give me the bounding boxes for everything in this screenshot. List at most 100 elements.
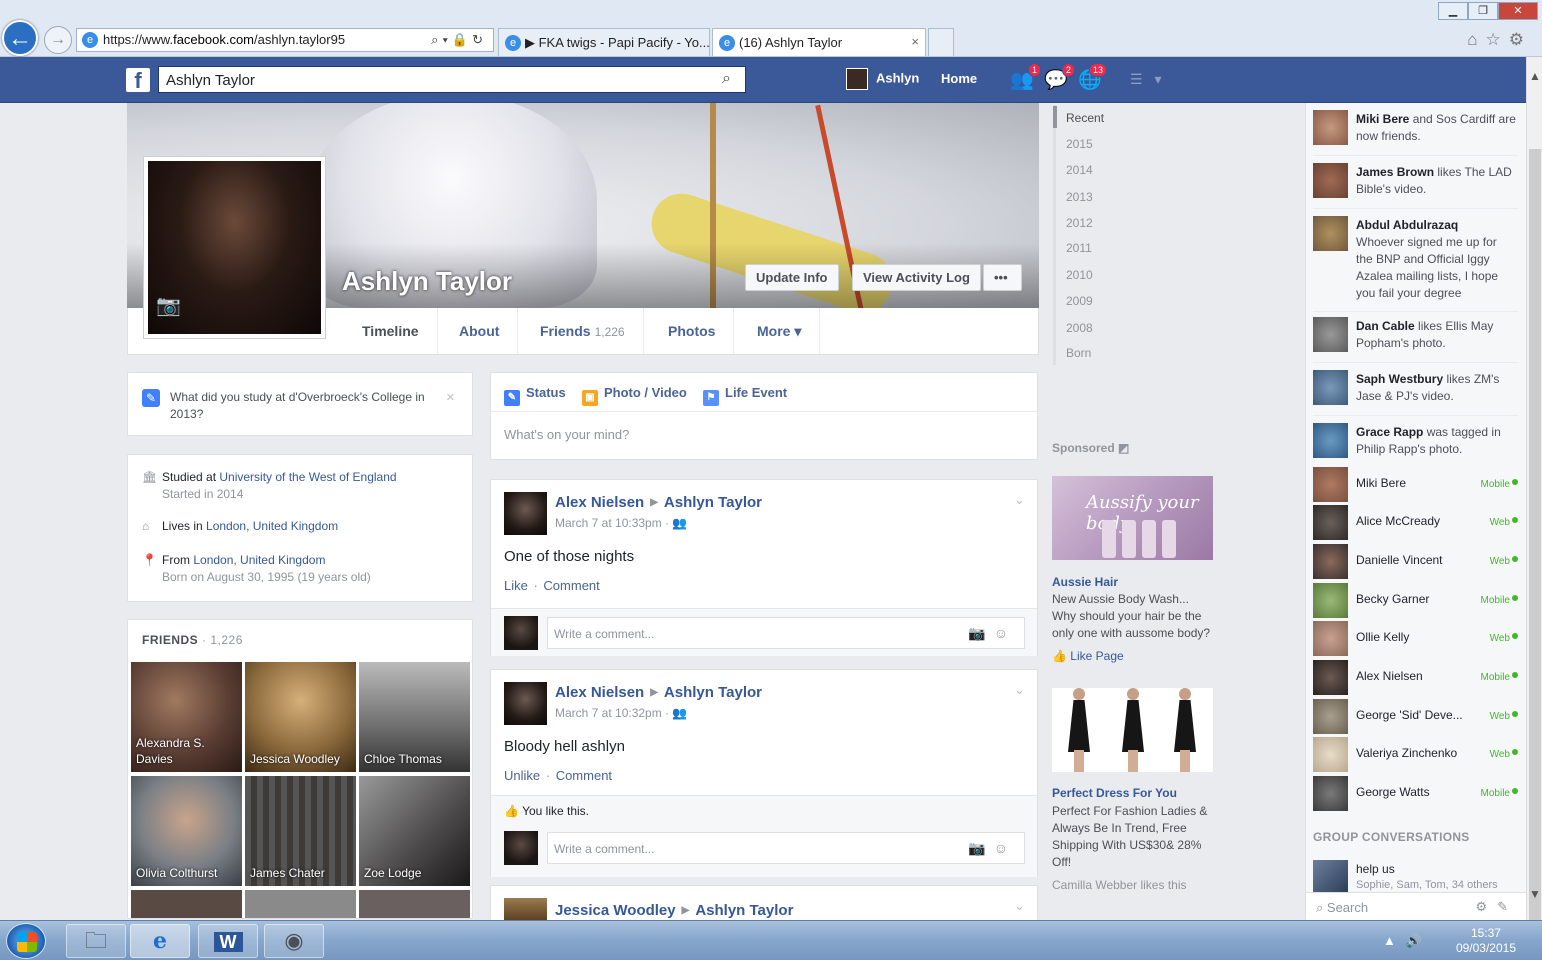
- friend-tile[interactable]: Alexandra S. Davies: [131, 662, 242, 772]
- close-icon[interactable]: ×: [446, 389, 455, 406]
- home-icon[interactable]: ⌂: [1467, 30, 1485, 49]
- back-button[interactable]: ←: [2, 20, 38, 56]
- show-hidden-icon[interactable]: ▲: [1383, 933, 1406, 948]
- composer-status-tab[interactable]: ✎ Status: [504, 385, 566, 406]
- settings-menu-icon[interactable]: ☰▾: [1130, 71, 1174, 88]
- address-bar[interactable]: e https://www.facebook.com/ashlyn.taylor…: [76, 28, 494, 52]
- year-2009[interactable]: 2009: [1066, 294, 1093, 308]
- start-button[interactable]: [6, 923, 46, 959]
- internet-explorer-icon[interactable]: e: [130, 924, 190, 958]
- ticker-item[interactable]: Abdul Abdulrazaq Whoever signed me up fo…: [1313, 212, 1518, 312]
- chat-friend[interactable]: Miki Bere Mobile: [1313, 467, 1518, 505]
- tab-more[interactable]: More ▾: [739, 308, 821, 354]
- post-author-avatar[interactable]: [504, 898, 547, 921]
- post-timestamp[interactable]: March 7 at 10:32pm · 👥: [555, 706, 687, 720]
- update-info-button[interactable]: Update Info: [745, 264, 839, 291]
- view-activity-log-button[interactable]: View Activity Log: [852, 264, 981, 291]
- forward-button[interactable]: →: [44, 26, 72, 54]
- chat-friend[interactable]: Valeriya Zinchenko Web: [1313, 737, 1518, 775]
- word-icon[interactable]: W: [198, 924, 258, 958]
- post-author-avatar[interactable]: [504, 682, 547, 725]
- friend-tile[interactable]: James Chater: [245, 776, 356, 886]
- friend-tile[interactable]: [245, 890, 356, 918]
- home-link[interactable]: Home: [941, 71, 977, 86]
- post-target-link[interactable]: Ashlyn Taylor: [664, 494, 762, 511]
- ad-title[interactable]: Aussie Hair: [1052, 575, 1118, 589]
- chat-search[interactable]: ⌕ Search ⚙✎: [1306, 892, 1526, 920]
- tab-ashlyn-taylor[interactable]: e (16) Ashlyn Taylor ×: [712, 28, 926, 56]
- year-recent[interactable]: Recent: [1066, 111, 1104, 125]
- post-target-link[interactable]: Ashlyn Taylor: [664, 684, 762, 701]
- like-page-button[interactable]: 👍 Like Page: [1052, 649, 1124, 663]
- chat-friend[interactable]: George Watts Mobile: [1313, 776, 1518, 814]
- address-tools-icon[interactable]: ⌕▾🔒↻: [431, 32, 487, 48]
- friend-tile[interactable]: Zoe Lodge: [359, 776, 470, 886]
- profile-link[interactable]: Ashlyn: [846, 68, 919, 92]
- profile-name[interactable]: Ashlyn Taylor: [342, 266, 512, 297]
- ticker-item[interactable]: Dan Cable likes Ellis May Popham's photo…: [1313, 313, 1518, 363]
- scroll-down-icon[interactable]: ▼: [1529, 887, 1541, 901]
- tab-close-icon[interactable]: ×: [911, 34, 919, 49]
- comment-input[interactable]: Write a comment... 📷☺: [547, 832, 1025, 864]
- ticker-item[interactable]: Miki Bere and Sos Cardiff are now friend…: [1313, 106, 1518, 156]
- year-2014[interactable]: 2014: [1066, 163, 1093, 177]
- post-options-chevron-icon[interactable]: ⌄: [1014, 898, 1025, 914]
- profile-picture[interactable]: 📷: [143, 156, 326, 339]
- comment-link[interactable]: Comment: [556, 768, 612, 783]
- maximize-button[interactable]: ❐: [1468, 2, 1498, 20]
- friend-tile[interactable]: Jessica Woodley: [245, 662, 356, 772]
- like-link[interactable]: Like: [504, 578, 528, 593]
- ad-title[interactable]: Perfect Dress For You: [1052, 786, 1177, 800]
- friend-tile[interactable]: Chloe Thomas: [359, 662, 470, 772]
- comment-input[interactable]: Write a comment... 📷☺: [547, 617, 1025, 649]
- from-link[interactable]: London, United Kingdom: [193, 553, 325, 567]
- ticker-item[interactable]: Saph Westbury likes ZM's Jase & PJ's vid…: [1313, 366, 1518, 416]
- year-2015[interactable]: 2015: [1066, 137, 1093, 151]
- new-tab-button[interactable]: [928, 28, 954, 56]
- year-2010[interactable]: 2010: [1066, 268, 1093, 282]
- search-input[interactable]: Ashlyn Taylor ⌕: [158, 66, 746, 93]
- year-2012[interactable]: 2012: [1066, 216, 1093, 230]
- friend-tile[interactable]: [131, 890, 242, 918]
- chat-friend[interactable]: Ollie Kelly Web: [1313, 621, 1518, 659]
- friends-header[interactable]: FRIENDS · 1,226: [142, 633, 243, 647]
- camera-icon[interactable]: 📷: [156, 293, 181, 318]
- post-author-link[interactable]: Jessica Woodley: [555, 902, 676, 919]
- unlike-link[interactable]: Unlike: [504, 768, 540, 783]
- chat-friend[interactable]: Alice McCready Web: [1313, 505, 1518, 543]
- year-2011[interactable]: 2011: [1066, 241, 1092, 255]
- page-scrollbar[interactable]: ▲ ▼: [1526, 57, 1542, 949]
- chat-friend[interactable]: George 'Sid' Deve... Web: [1313, 699, 1518, 737]
- ad-choices-icon[interactable]: ◩: [1118, 441, 1129, 455]
- comment-link[interactable]: Comment: [543, 578, 599, 593]
- facebook-logo[interactable]: f: [126, 68, 150, 93]
- camera-emoji-icons[interactable]: 📷☺: [968, 840, 1016, 857]
- chat-options-icons[interactable]: ⚙✎: [1475, 899, 1518, 915]
- year-born[interactable]: Born: [1066, 346, 1091, 360]
- close-window-button[interactable]: ✕: [1498, 2, 1538, 20]
- group-conversation[interactable]: help us Sophie, Sam, Tom, 34 others: [1313, 858, 1513, 894]
- chat-friend[interactable]: Becky Garner Mobile: [1313, 583, 1518, 621]
- post-timestamp[interactable]: March 7 at 10:33pm · 👥: [555, 516, 687, 530]
- post-options-chevron-icon[interactable]: ⌄: [1014, 682, 1025, 698]
- ad-image-dress[interactable]: [1052, 688, 1213, 772]
- friend-tile[interactable]: Olivia Colthurst: [131, 776, 242, 886]
- tab-friends[interactable]: Friends 1,226: [522, 308, 644, 354]
- tab-timeline[interactable]: Timeline: [344, 308, 438, 354]
- file-explorer-icon[interactable]: 🗀: [66, 924, 126, 958]
- media-player-icon[interactable]: ◉: [264, 924, 324, 958]
- post-author-link[interactable]: Alex Nielsen: [555, 494, 644, 511]
- scroll-up-icon[interactable]: ▲: [1529, 69, 1541, 83]
- more-options-button[interactable]: •••: [983, 264, 1022, 291]
- ticker-item[interactable]: Grace Rapp was tagged in Philip Rapp's p…: [1313, 419, 1518, 463]
- post-options-chevron-icon[interactable]: ⌄: [1014, 492, 1025, 508]
- status-input[interactable]: What's on your mind?: [504, 427, 629, 442]
- favorites-star-icon[interactable]: ☆: [1486, 30, 1509, 49]
- post-author-link[interactable]: Alex Nielsen: [555, 684, 644, 701]
- minimize-button[interactable]: ▁: [1438, 2, 1468, 20]
- taskbar-clock[interactable]: 15:37 09/03/2015: [1456, 926, 1516, 956]
- ticker-item[interactable]: James Brown likes The LAD Bible's video.: [1313, 159, 1518, 209]
- study-question[interactable]: What did you study at d'Overbroeck's Col…: [170, 389, 440, 423]
- year-2008[interactable]: 2008: [1066, 321, 1093, 335]
- tab-fka-twigs[interactable]: e ▶ FKA twigs - Papi Pacify - Yo...: [498, 28, 710, 56]
